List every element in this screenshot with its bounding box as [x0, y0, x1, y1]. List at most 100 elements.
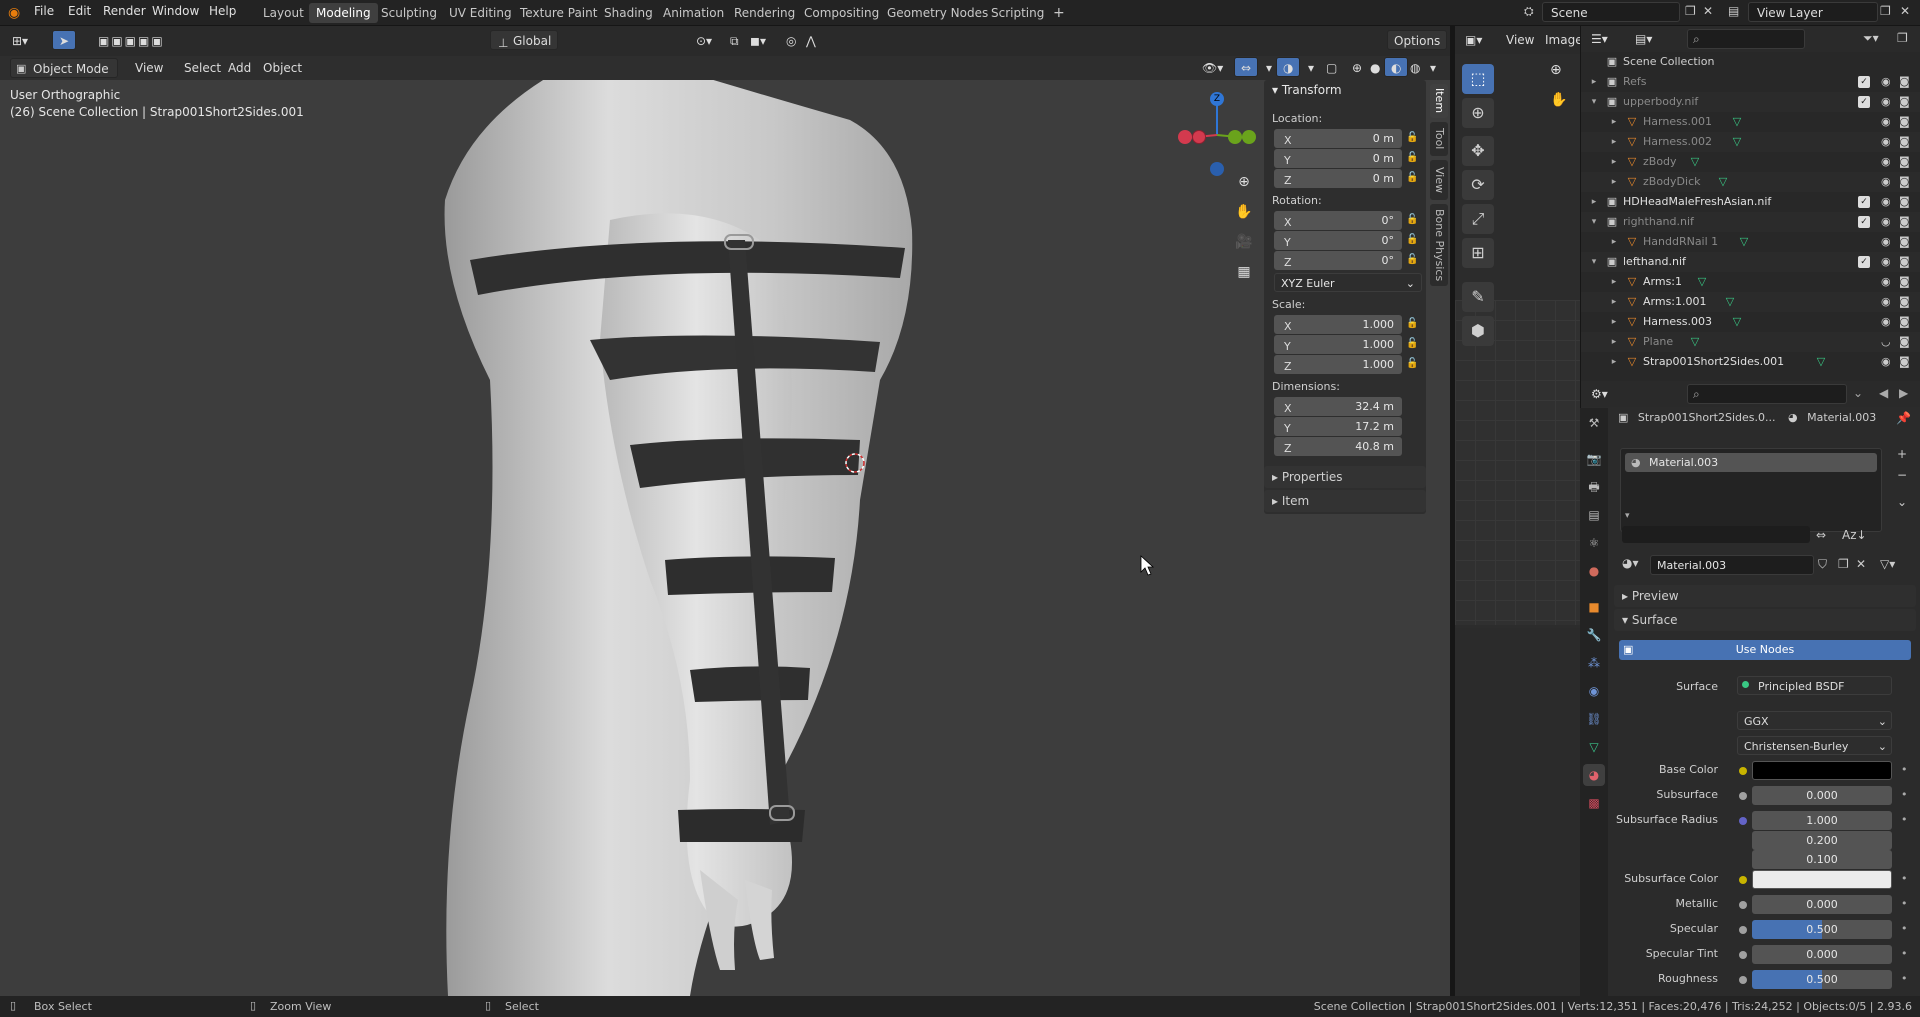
tab-shading[interactable]: Shading: [597, 3, 660, 23]
surface-panel-header[interactable]: ▾ Surface: [1614, 609, 1916, 631]
keyframe-dot-icon[interactable]: •: [1901, 972, 1908, 985]
view-layer-field[interactable]: View Layer: [1748, 2, 1878, 22]
expand-arrow-icon[interactable]: ▸: [1607, 355, 1621, 369]
exclude-checkbox[interactable]: ✓: [1858, 216, 1870, 228]
lock-icon[interactable]: 🔓: [1406, 338, 1418, 350]
menu-view[interactable]: View: [129, 58, 169, 78]
delete-view-layer-icon[interactable]: ✕: [1900, 4, 1910, 18]
next-icon[interactable]: ▶: [1899, 386, 1908, 400]
exclude-checkbox[interactable]: ✓: [1858, 256, 1870, 268]
world-tab-icon[interactable]: ●: [1583, 560, 1605, 582]
render-camera-icon[interactable]: ◙: [1899, 312, 1910, 332]
rotation-mode-dropdown[interactable]: XYZ Euler ⌄: [1274, 273, 1422, 292]
new-view-layer-icon[interactable]: ❐: [1880, 4, 1891, 18]
visibility-eye-icon[interactable]: ◉: [1881, 152, 1891, 172]
pin-icon[interactable]: 📌: [1896, 411, 1911, 425]
editor-type-icon[interactable]: ⚙▾: [1585, 384, 1614, 404]
editor-type-icon[interactable]: ☰▾: [1585, 29, 1614, 49]
value-slider[interactable]: 1.000: [1752, 811, 1892, 830]
material-slot[interactable]: Material.003: [1625, 453, 1877, 472]
mesh-data-icon[interactable]: ▽: [1716, 175, 1730, 189]
properties-panel-header[interactable]: ▸ Properties: [1264, 466, 1426, 488]
subsurface-method-dropdown[interactable]: Christensen-Burley ⌄: [1737, 736, 1892, 755]
value-slider[interactable]: 0.200: [1752, 830, 1892, 850]
visibility-eye-icon[interactable]: ◡: [1881, 332, 1891, 352]
tab-texture-paint[interactable]: Texture Paint: [513, 3, 604, 23]
shading-dropdown-icon[interactable]: ▾: [1424, 58, 1442, 78]
outliner-item[interactable]: ▸ ▽ Harness.003 ▽ ◉ ◙: [1581, 312, 1920, 332]
falloff-icon[interactable]: ⋀: [800, 31, 822, 51]
gizmo-toggle-icon[interactable]: ⇔: [1234, 57, 1259, 77]
tool-tab-icon[interactable]: ⚒: [1583, 412, 1605, 434]
add-slot-icon[interactable]: +: [1897, 447, 1907, 461]
expand-arrow-icon[interactable]: ▸: [1607, 235, 1621, 249]
keyframe-dot-icon[interactable]: •: [1901, 763, 1908, 776]
visibility-eye-icon[interactable]: ◉: [1881, 192, 1891, 212]
xray-icon[interactable]: ▢: [1320, 58, 1343, 78]
particles-tab-icon[interactable]: ⁂: [1583, 652, 1605, 674]
pan-hand-icon[interactable]: ✋: [1550, 92, 1567, 108]
visibility-eye-icon[interactable]: ◉: [1881, 272, 1891, 292]
scale-z-field[interactable]: Z 1.000: [1274, 355, 1402, 374]
scale-tool-icon[interactable]: ⤢: [1462, 204, 1494, 234]
outliner-item[interactable]: ▾ ▣ righthand.nif ✓ ◉ ◙: [1581, 212, 1920, 232]
scale-y-field[interactable]: Y 1.000: [1274, 335, 1402, 354]
render-camera-icon[interactable]: ◙: [1899, 352, 1910, 372]
rotate-tool-icon[interactable]: ⟳: [1462, 170, 1494, 200]
mesh-data-icon[interactable]: ▽: [1688, 335, 1702, 349]
unlink-icon[interactable]: ✕: [1856, 557, 1866, 571]
select-tool-icon[interactable]: ➤: [52, 30, 77, 50]
tab-scripting[interactable]: Scripting: [984, 3, 1051, 23]
keyframe-dot-icon[interactable]: •: [1901, 922, 1908, 935]
material-name-field[interactable]: Material.003: [1650, 555, 1814, 575]
expand-arrow-icon[interactable]: ▸: [1607, 115, 1621, 129]
mesh-data-icon[interactable]: ▽: [1814, 355, 1828, 369]
keyframe-dot-icon[interactable]: •: [1901, 813, 1908, 826]
duplicate-icon[interactable]: ❐: [1838, 557, 1849, 571]
expand-arrow-icon[interactable]: ▸: [1607, 295, 1621, 309]
render-camera-icon[interactable]: ◙: [1899, 252, 1910, 272]
cursor-tool-icon[interactable]: ⊕: [1462, 98, 1494, 128]
visibility-eye-icon[interactable]: ◉: [1881, 172, 1891, 192]
zoom-icon[interactable]: ⊕: [1550, 62, 1562, 78]
expand-arrow-icon[interactable]: ▸: [1587, 195, 1601, 209]
texture-tab-icon[interactable]: ▩: [1583, 792, 1605, 814]
outliner-item[interactable]: ▸ ▽ zBody ▽ ◉ ◙: [1581, 152, 1920, 172]
preview-panel-header[interactable]: ▸ Preview: [1614, 585, 1916, 607]
outliner-root[interactable]: ▣ Scene Collection: [1581, 52, 1920, 72]
chevron-down-icon[interactable]: ▾: [1625, 511, 1630, 521]
mesh-data-icon[interactable]: ▽: [1688, 155, 1702, 169]
move-tool-icon[interactable]: ✥: [1462, 136, 1494, 166]
menu-object[interactable]: Object: [257, 58, 308, 78]
distribution-dropdown[interactable]: GGX ⌄: [1737, 711, 1892, 730]
outliner-item[interactable]: ▸ ▽ Arms:1 ▽ ◉ ◙: [1581, 272, 1920, 292]
scene-tab-icon[interactable]: ⚛: [1583, 532, 1605, 554]
keyframe-dot-icon[interactable]: •: [1901, 872, 1908, 885]
value-slider[interactable]: 0.500: [1752, 919, 1892, 939]
scene-field[interactable]: Scene: [1542, 2, 1680, 22]
expand-arrow-icon[interactable]: ▾: [1587, 255, 1601, 269]
menu-select[interactable]: Select: [178, 58, 227, 78]
dimensions-x-field[interactable]: X 32.4 m: [1274, 397, 1402, 416]
image-editor-canvas[interactable]: ⬚ ⊕ ✥ ⟳ ⤢ ⊞ ✎ ⬢ ⊕ ✋: [1455, 54, 1580, 628]
select-box-tool-icon[interactable]: ⬚: [1462, 64, 1494, 94]
mesh-data-icon[interactable]: ▽: [1730, 115, 1744, 129]
chevron-down-icon[interactable]: ⌄: [1853, 386, 1863, 400]
menu-window[interactable]: Window: [152, 4, 199, 18]
mesh-data-icon[interactable]: ▽: [1730, 315, 1744, 329]
menu-render[interactable]: Render: [103, 4, 146, 18]
render-camera-icon[interactable]: ◙: [1899, 172, 1910, 192]
editor-type-icon[interactable]: ⊞▾: [6, 31, 34, 51]
slot-specials-icon[interactable]: ⌄: [1897, 495, 1907, 509]
input-socket-icon[interactable]: [1739, 875, 1747, 884]
input-socket-icon[interactable]: [1739, 792, 1747, 800]
tab-uv-editing[interactable]: UV Editing: [442, 3, 519, 23]
visibility-eye-icon[interactable]: ◉: [1881, 252, 1891, 272]
gizmo-y-icon[interactable]: [1228, 130, 1242, 144]
link-type-icon[interactable]: ▽▾: [1880, 557, 1895, 571]
constraints-tab-icon[interactable]: ⛓: [1583, 708, 1605, 730]
input-socket-icon[interactable]: [1739, 975, 1747, 984]
lock-icon[interactable]: 🔓: [1406, 254, 1418, 266]
tab-sculpting[interactable]: Sculpting: [374, 3, 444, 23]
expand-arrow-icon[interactable]: ▾: [1587, 95, 1601, 109]
